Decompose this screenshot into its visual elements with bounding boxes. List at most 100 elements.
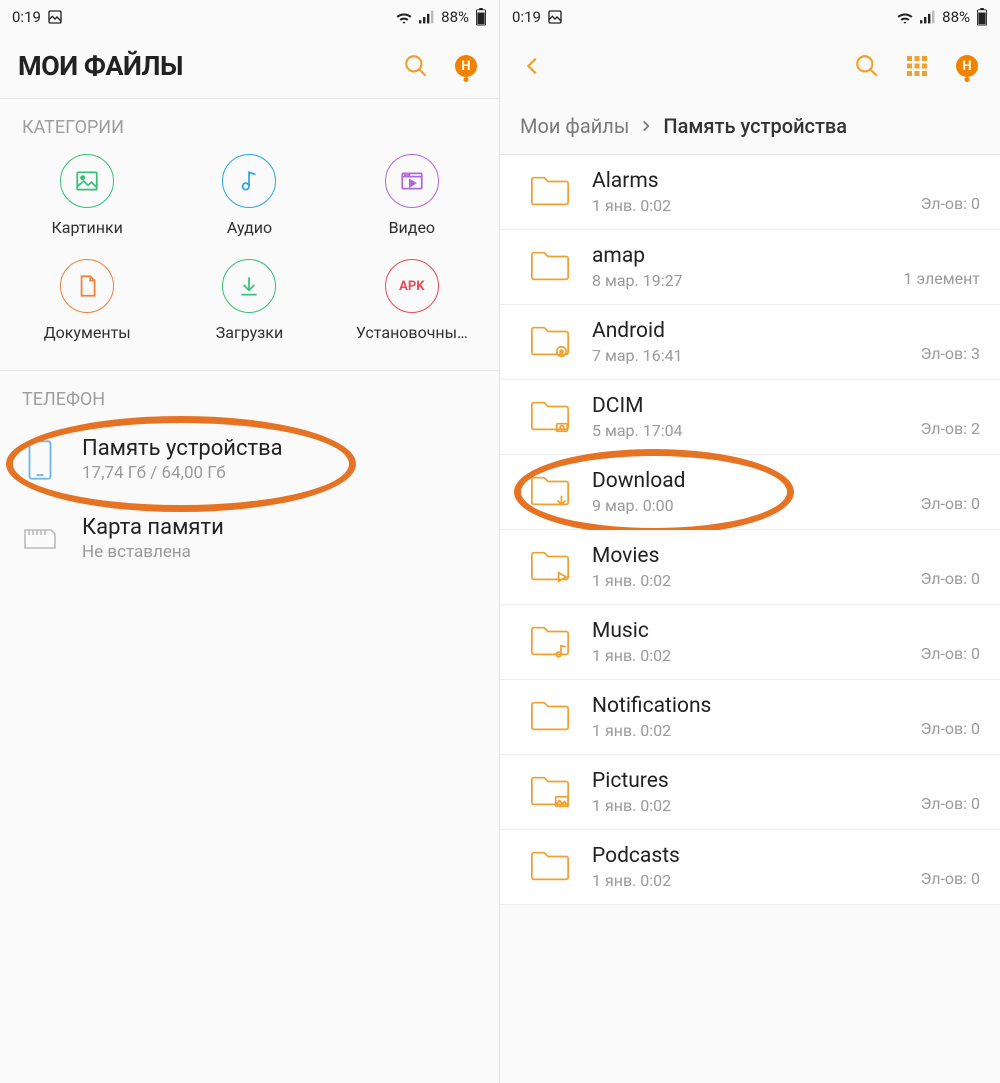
category-apk[interactable]: APK Установочны… <box>331 259 493 342</box>
app-title: МОИ ФАЙЛЫ <box>18 50 183 82</box>
folder-icon <box>528 770 572 814</box>
folder-date: 7 мар. 16:41 <box>592 346 683 365</box>
breadcrumb[interactable]: Мои файлы Память устройства <box>500 98 1000 155</box>
folder-meta: Эл-ов: 0 <box>921 794 980 815</box>
folder-meta: Эл-ов: 0 <box>921 869 980 890</box>
folder-row[interactable]: Music 1 янв. 0:02 Эл-ов: 0 <box>500 605 1000 680</box>
battery-icon <box>976 8 988 26</box>
profile-badge[interactable]: H <box>451 51 481 81</box>
folder-icon <box>528 545 572 589</box>
video-icon <box>385 154 439 208</box>
status-battery: 88% <box>942 8 970 26</box>
image-icon <box>547 9 563 25</box>
status-time: 0:19 <box>12 8 41 26</box>
folder-date: 5 мар. 17:04 <box>592 421 683 440</box>
folder-name: amap <box>592 244 683 268</box>
screen-right: 0:19 88% H Мои файлы Память устройства A… <box>500 0 1000 1083</box>
section-categories: КАТЕГОРИИ <box>0 99 499 148</box>
category-doc[interactable]: Документы <box>6 259 168 342</box>
folder-icon <box>528 245 572 289</box>
folder-row[interactable]: Notifications 1 янв. 0:02 Эл-ов: 0 <box>500 680 1000 755</box>
download-icon <box>222 259 276 313</box>
folder-row[interactable]: DCIM 5 мар. 17:04 Эл-ов: 2 <box>500 380 1000 455</box>
folder-name: Android <box>592 319 683 343</box>
folder-date: 1 янв. 0:02 <box>592 871 680 890</box>
storage-subtitle: 17,74 Гб / 64,00 Гб <box>82 463 283 483</box>
folder-meta: Эл-ов: 0 <box>921 494 980 515</box>
folder-meta: Эл-ов: 2 <box>921 419 980 440</box>
status-battery: 88% <box>441 8 469 26</box>
folder-name: Notifications <box>592 694 711 718</box>
breadcrumb-root[interactable]: Мои файлы <box>520 114 629 138</box>
folder-date: 8 мар. 19:27 <box>592 271 683 290</box>
folder-meta: Эл-ов: 0 <box>921 644 980 665</box>
apk-icon: APK <box>385 259 439 313</box>
folder-date: 1 янв. 0:02 <box>592 721 711 740</box>
chevron-left-icon <box>522 55 544 77</box>
folder-icon <box>528 170 572 214</box>
folder-row[interactable]: amap 8 мар. 19:27 1 элемент <box>500 230 1000 305</box>
section-phone: ТЕЛЕФОН <box>0 371 499 420</box>
breadcrumb-current: Память устройства <box>663 114 847 138</box>
folder-row[interactable]: Android 7 мар. 16:41 Эл-ов: 3 <box>500 305 1000 380</box>
status-time: 0:19 <box>512 8 541 26</box>
folder-row[interactable]: Pictures 1 янв. 0:02 Эл-ов: 0 <box>500 755 1000 830</box>
battery-icon <box>475 8 487 26</box>
signal-icon <box>920 10 936 24</box>
folder-name: Podcasts <box>592 844 680 868</box>
doc-icon <box>60 259 114 313</box>
storage-phone[interactable]: Память устройства 17,74 Гб / 64,00 Гб <box>0 420 499 499</box>
category-label: Аудио <box>227 218 272 237</box>
audio-icon <box>222 154 276 208</box>
folder-row[interactable]: Podcasts 1 янв. 0:02 Эл-ов: 0 <box>500 830 1000 905</box>
image-icon <box>60 154 114 208</box>
signal-icon <box>419 10 435 24</box>
storage-sd[interactable]: Карта памяти Не вставлена <box>0 499 499 578</box>
folder-date: 1 янв. 0:02 <box>592 796 671 815</box>
search-icon <box>854 53 880 79</box>
screen-left: 0:19 88% МОИ ФАЙЛЫ H КАТЕГОРИИ Картинки … <box>0 0 500 1083</box>
folder-name: Movies <box>592 544 671 568</box>
search-button[interactable] <box>852 51 882 81</box>
folder-meta: Эл-ов: 0 <box>921 569 980 590</box>
phone-icon <box>22 439 58 481</box>
grid-view-button[interactable] <box>902 51 932 81</box>
search-icon <box>403 53 429 79</box>
category-download[interactable]: Загрузки <box>168 259 330 342</box>
folder-icon <box>528 620 572 664</box>
folder-row[interactable]: Movies 1 янв. 0:02 Эл-ов: 0 <box>500 530 1000 605</box>
folder-icon <box>528 470 572 514</box>
folder-date: 9 мар. 0:00 <box>592 496 686 515</box>
folder-name: Music <box>592 619 671 643</box>
status-bar: 0:19 88% <box>0 0 499 34</box>
sd-icon <box>22 525 58 553</box>
folder-meta: Эл-ов: 0 <box>921 719 980 740</box>
image-icon <box>47 9 63 25</box>
categories-grid: Картинки Аудио Видео Документы Загрузки A… <box>0 148 499 360</box>
folder-meta: 1 элемент <box>904 269 980 290</box>
category-image[interactable]: Картинки <box>6 154 168 237</box>
category-audio[interactable]: Аудио <box>168 154 330 237</box>
folder-row[interactable]: Download 9 мар. 0:00 Эл-ов: 0 <box>500 455 1000 530</box>
category-label: Загрузки <box>216 323 283 342</box>
folder-row[interactable]: Alarms 1 янв. 0:02 Эл-ов: 0 <box>500 155 1000 230</box>
folder-icon <box>528 845 572 889</box>
back-button[interactable] <box>518 51 548 81</box>
storage-subtitle: Не вставлена <box>82 542 224 562</box>
folder-date: 1 янв. 0:02 <box>592 196 671 215</box>
category-video[interactable]: Видео <box>331 154 493 237</box>
wifi-icon <box>896 10 914 24</box>
folder-list: Alarms 1 янв. 0:02 Эл-ов: 0 amap 8 мар. … <box>500 155 1000 905</box>
search-button[interactable] <box>401 51 431 81</box>
profile-badge[interactable]: H <box>952 51 982 81</box>
folder-name: Download <box>592 469 686 493</box>
status-bar: 0:19 88% <box>500 0 1000 34</box>
app-header: МОИ ФАЙЛЫ H <box>0 34 499 98</box>
chevron-right-icon <box>639 119 653 133</box>
folder-name: Pictures <box>592 769 671 793</box>
folder-icon <box>528 320 572 364</box>
category-label: Установочны… <box>356 323 468 342</box>
category-label: Документы <box>44 323 131 342</box>
category-label: Картинки <box>51 218 122 237</box>
wifi-icon <box>395 10 413 24</box>
